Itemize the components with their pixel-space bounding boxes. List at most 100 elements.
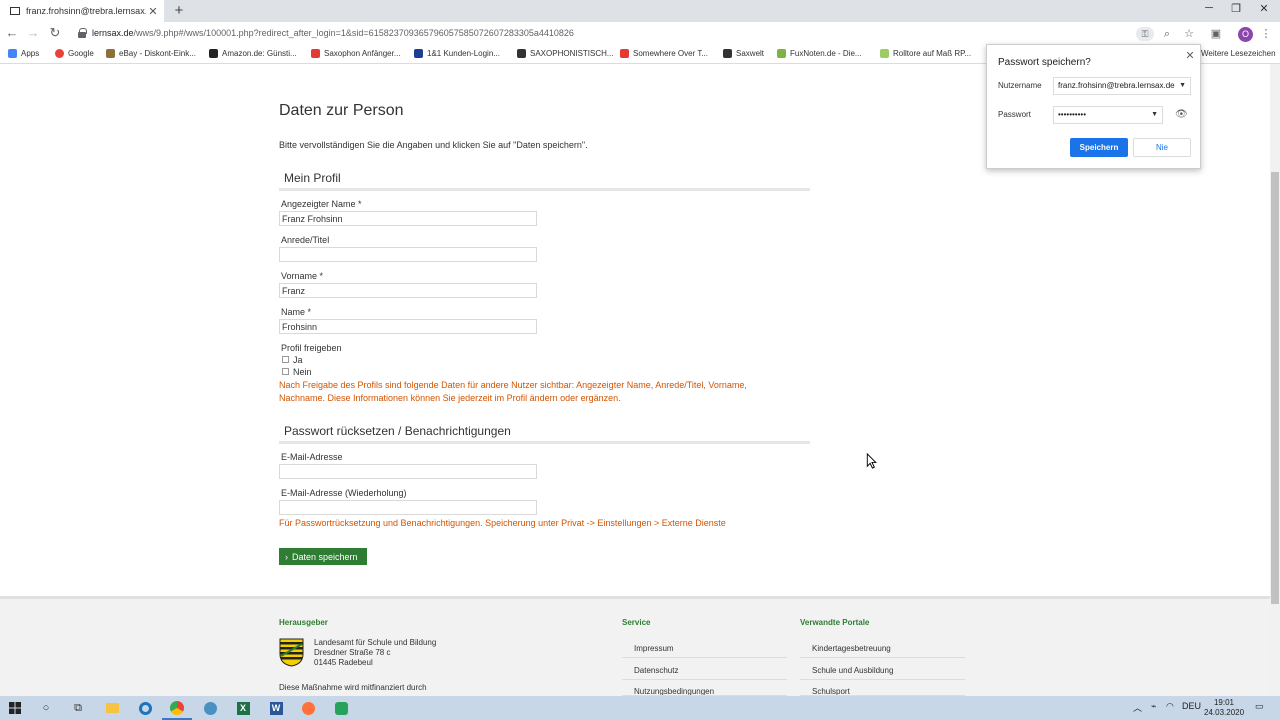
search-icon[interactable]: ○ (37, 699, 55, 717)
share-no-label: Nein (293, 367, 312, 377)
bookmark-item[interactable]: Saxophon Anfänger... (311, 49, 401, 58)
restore-icon[interactable]: ❐ (1222, 2, 1250, 15)
whatsapp-icon[interactable] (332, 699, 350, 717)
wifi-icon[interactable]: ◠ (1166, 701, 1174, 712)
email-input[interactable] (279, 464, 537, 479)
footer-link-impressum[interactable]: Impressum (622, 644, 787, 658)
display-name-input[interactable] (279, 211, 537, 226)
bookmark-item[interactable]: SAXOPHONISTISCH... (517, 49, 614, 58)
eye-icon[interactable]: 👁 (1175, 109, 1188, 120)
bookmark-label: Weitere Lesezeichen (1201, 49, 1276, 58)
section-divider (279, 441, 810, 444)
portals-heading: Verwandte Portale (800, 618, 870, 627)
bookmark-item[interactable]: Amazon.de: Günsti... (209, 49, 297, 58)
caret-down-icon: ▼ (1179, 82, 1186, 89)
laptop-icon (10, 7, 20, 15)
saxwelt-icon (723, 49, 732, 58)
language-indicator[interactable]: DEU (1182, 701, 1201, 711)
bookmark-item[interactable]: FuxNoten.de - Die... (777, 49, 862, 58)
task-view-icon[interactable]: ⧉ (69, 699, 87, 717)
youtube-icon (620, 49, 629, 58)
forward-icon[interactable]: → (24, 25, 42, 40)
save-data-button[interactable]: › Daten speichern (279, 548, 367, 565)
profile-section-heading: Mein Profil (284, 171, 341, 185)
bookmark-item[interactable]: Rolltore auf Maß RP... (880, 49, 971, 58)
lastname-label: Name * (281, 307, 312, 317)
bookmark-item[interactable]: eBay - Diskont-Eink... (106, 49, 196, 58)
intro-text: Bitte vervollständigen Sie die Angaben u… (279, 140, 588, 150)
share-note-line: Nach Freigabe des Profils sind folgende … (279, 380, 747, 390)
footer-link-schulsport[interactable]: Schulsport (800, 687, 965, 696)
chevron-right-icon: › (285, 551, 288, 562)
word-icon[interactable]: W (267, 699, 285, 717)
mouse-cursor-icon (866, 453, 877, 469)
notifications-icon[interactable]: ▭ (1255, 701, 1264, 712)
chevron-up-icon[interactable]: ︿ (1133, 701, 1142, 714)
chrome-icon[interactable] (162, 699, 192, 720)
minimize-icon[interactable]: ─ (1195, 2, 1223, 14)
scrollbar-thumb[interactable] (1271, 172, 1279, 604)
service-heading: Service (622, 618, 651, 627)
globe-icon[interactable] (201, 699, 219, 717)
bookmark-item[interactable]: Saxwelt (723, 49, 764, 58)
bookmark-item[interactable]: Weitere Lesezeichen (1188, 49, 1276, 58)
key-icon[interactable]: ⚿ (1136, 27, 1154, 41)
address-bar[interactable]: lernsax.de/wws/9.php#/wws/100001.php?red… (92, 28, 574, 38)
firstname-input[interactable] (279, 283, 537, 298)
bookmark-label: FuxNoten.de - Die... (790, 49, 862, 58)
close-icon[interactable]: ✕ (1184, 49, 1196, 62)
footer-link-nutzungsbedingungen[interactable]: Nutzungsbedingungen (622, 687, 787, 696)
email-repeat-input[interactable] (279, 500, 537, 515)
funding-text: Diese Maßnahme wird mitfinanziert durch (279, 683, 427, 692)
windows-start-icon[interactable] (6, 699, 24, 717)
menu-icon[interactable]: ⋮ (1258, 26, 1274, 42)
footer-link-schule[interactable]: Schule und Ausbildung (800, 666, 965, 680)
file-explorer-icon[interactable] (103, 699, 121, 717)
password-select[interactable]: •••••••••• ▼ (1053, 106, 1163, 124)
bookmark-label: eBay - Diskont-Eink... (119, 49, 196, 58)
star-icon[interactable]: ☆ (1181, 26, 1197, 42)
share-no-checkbox[interactable] (282, 368, 289, 375)
bookmark-label: Saxwelt (736, 49, 765, 58)
excel-icon[interactable]: X (234, 699, 252, 717)
lastname-input[interactable] (279, 319, 537, 334)
bookmark-label: SAXOPHONISTISCH... (530, 49, 614, 58)
zoom-icon[interactable]: ⌕ (1159, 26, 1175, 42)
never-button[interactable]: Nie (1133, 138, 1191, 157)
salutation-input[interactable] (279, 247, 537, 262)
extension-icon[interactable]: ▣ (1208, 26, 1224, 42)
url-path: /wws/9.php#/wws/100001.php?redirect_afte… (133, 28, 574, 38)
network-icon[interactable]: ⌁ (1151, 701, 1156, 712)
back-icon[interactable]: ← (3, 25, 21, 40)
bookmark-label: Amazon.de: Günsti... (222, 49, 297, 58)
firefox-icon[interactable] (299, 699, 317, 717)
publisher-address: Landesamt für Schule und Bildung Dresdne… (314, 638, 436, 668)
save-data-label: Daten speichern (292, 551, 358, 562)
reload-icon[interactable]: ↻ (46, 25, 64, 41)
email-label: E-Mail-Adresse (281, 452, 343, 462)
profile-avatar[interactable]: O (1238, 27, 1253, 42)
system-clock[interactable]: 19:01 24.03.2020 (1204, 698, 1244, 718)
ebay-icon (106, 49, 115, 58)
browser-tab[interactable]: franz.frohsinn@trebra.lernsax.de ✕ (0, 0, 164, 22)
share-yes-checkbox[interactable] (282, 356, 289, 363)
share-note-line: Nachname. Diese Informationen können Sie… (279, 393, 621, 403)
footer-link-datenschutz[interactable]: Datenschutz (622, 666, 787, 680)
username-label: Nutzername (998, 81, 1042, 90)
edge-icon[interactable] (136, 699, 154, 717)
share-yes-label: Ja (293, 355, 303, 365)
bookmark-item[interactable]: Google (55, 49, 94, 58)
save-password-button[interactable]: Speichern (1070, 138, 1128, 157)
close-tab-icon[interactable]: ✕ (146, 5, 160, 18)
close-window-icon[interactable]: ✕ (1250, 2, 1278, 15)
new-tab-button[interactable]: + (170, 2, 188, 19)
share-note: Nach Freigabe des Profils sind folgende … (279, 379, 747, 405)
display-name-label: Angezeigter Name * (281, 199, 362, 209)
bookmark-item[interactable]: 1&1 Kunden-Login... (414, 49, 500, 58)
bookmark-label: Apps (21, 49, 40, 58)
page-title: Daten zur Person (279, 102, 404, 119)
username-select[interactable]: franz.frohsinn@trebra.lernsax.de ▼ (1053, 77, 1191, 95)
footer-link-kita[interactable]: Kindertagesbetreuung (800, 644, 965, 658)
bookmark-item[interactable]: Apps (8, 49, 39, 58)
bookmark-item[interactable]: Somewhere Over T... (620, 49, 708, 58)
